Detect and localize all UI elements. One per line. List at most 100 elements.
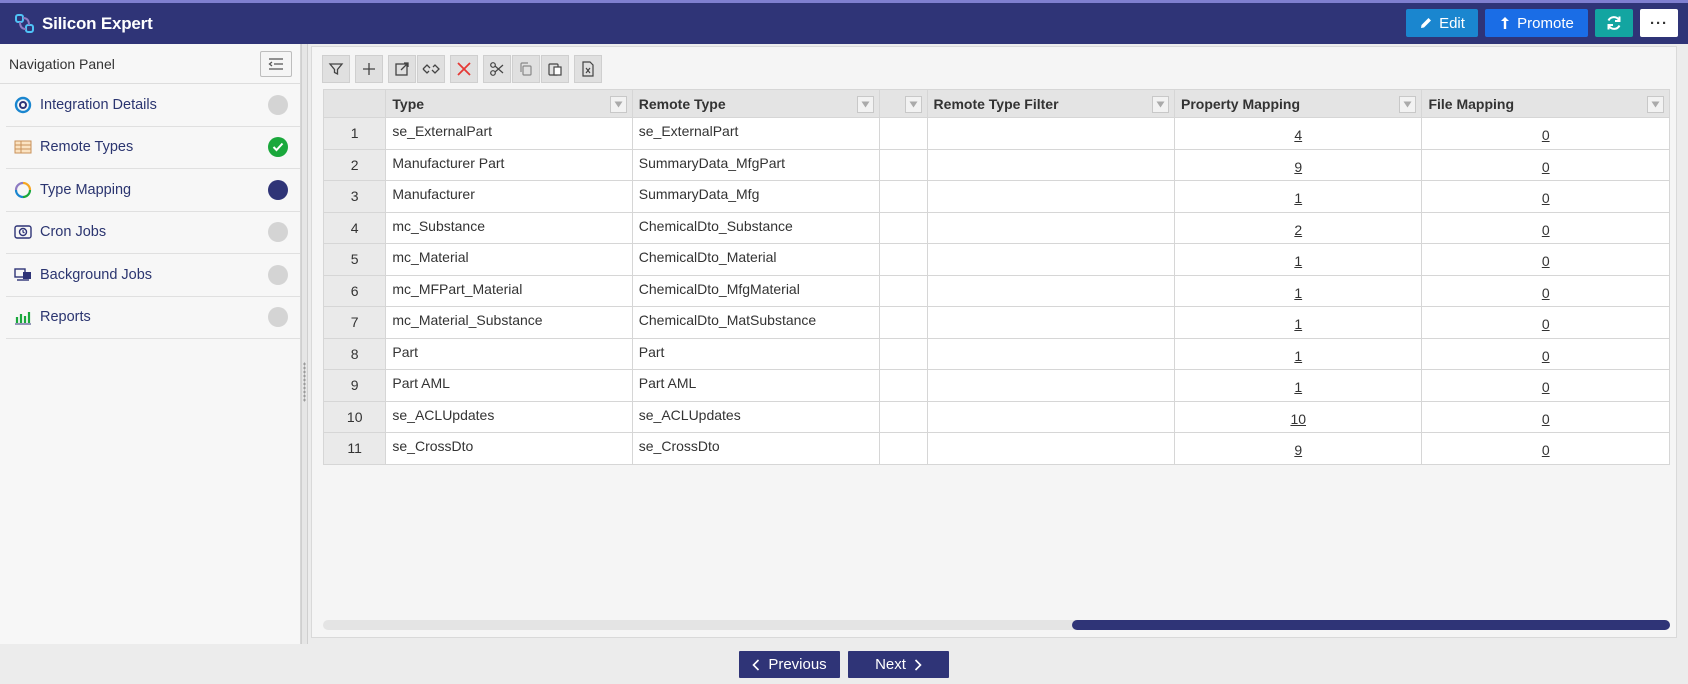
column-filter-icon[interactable]	[1647, 96, 1664, 113]
type-cell[interactable]: se_ExternalPart	[385, 117, 633, 150]
export-excel-button[interactable]	[574, 55, 602, 83]
remote-type-cell[interactable]: se_CrossDto	[631, 432, 881, 465]
panel-splitter[interactable]	[301, 44, 308, 644]
type-cell[interactable]: mc_Material_Substance	[385, 306, 633, 339]
type-cell[interactable]: Part AML	[385, 369, 633, 402]
next-button[interactable]: Next	[848, 651, 949, 678]
column-header-file-mapping[interactable]: File Mapping	[1421, 89, 1670, 118]
file-mapping-link[interactable]: 0	[1542, 348, 1550, 364]
column-header-blank[interactable]	[879, 89, 928, 118]
filter-button[interactable]	[322, 55, 350, 83]
blank-cell[interactable]	[879, 117, 928, 150]
table-row[interactable]: 10 se_ACLUpdates se_ACLUpdates 10 0	[322, 400, 1670, 433]
blank-cell[interactable]	[879, 211, 928, 244]
column-header-property-mapping[interactable]: Property Mapping	[1173, 89, 1423, 118]
column-filter-icon[interactable]	[1399, 96, 1417, 113]
remote-type-filter-cell[interactable]	[926, 274, 1176, 307]
type-cell[interactable]: se_CrossDto	[385, 432, 633, 465]
previous-button[interactable]: Previous	[739, 651, 840, 678]
file-mapping-link[interactable]: 0	[1542, 411, 1550, 427]
column-header-remote-type-filter[interactable]: Remote Type Filter	[926, 89, 1176, 118]
column-filter-icon[interactable]	[609, 96, 627, 113]
blank-cell[interactable]	[879, 148, 928, 181]
property-mapping-link[interactable]: 10	[1290, 411, 1306, 427]
table-row[interactable]: 8 Part Part 1 0	[322, 337, 1670, 370]
property-mapping-link[interactable]: 1	[1294, 285, 1302, 301]
link-unlink-button[interactable]	[417, 55, 445, 83]
remote-type-cell[interactable]: Part AML	[631, 369, 881, 402]
edit-button[interactable]: Edit	[1406, 9, 1478, 37]
remote-type-filter-cell[interactable]	[926, 180, 1176, 213]
property-mapping-link[interactable]: 1	[1294, 253, 1302, 269]
property-mapping-link[interactable]: 1	[1294, 316, 1302, 332]
property-mapping-link[interactable]: 2	[1294, 222, 1302, 238]
remote-type-filter-cell[interactable]	[926, 306, 1176, 339]
nav-item-integration-details[interactable]: Integration Details	[6, 84, 300, 127]
table-row[interactable]: 6 mc_MFPart_Material ChemicalDto_MfgMate…	[322, 274, 1670, 307]
table-row[interactable]: 3 Manufacturer SummaryData_Mfg 1 0	[322, 180, 1670, 213]
file-mapping-link[interactable]: 0	[1542, 190, 1550, 206]
promote-button[interactable]: Promote	[1485, 9, 1588, 37]
property-mapping-link[interactable]: 1	[1294, 348, 1302, 364]
add-row-button[interactable]	[355, 55, 383, 83]
file-mapping-link[interactable]: 0	[1542, 285, 1550, 301]
remote-type-filter-cell[interactable]	[926, 369, 1176, 402]
remote-type-cell[interactable]: ChemicalDto_MfgMaterial	[631, 274, 881, 307]
scrollbar-thumb[interactable]	[1072, 620, 1670, 630]
nav-item-reports[interactable]: Reports	[6, 297, 300, 339]
column-filter-icon[interactable]	[857, 96, 875, 113]
type-cell[interactable]: Manufacturer Part	[385, 148, 633, 181]
remote-type-filter-cell[interactable]	[926, 117, 1176, 150]
blank-cell[interactable]	[879, 369, 928, 402]
column-filter-icon[interactable]	[1152, 96, 1169, 113]
remote-type-cell[interactable]: se_ACLUpdates	[631, 400, 881, 433]
column-header-type[interactable]: Type	[385, 89, 633, 118]
property-mapping-link[interactable]: 1	[1294, 379, 1302, 395]
file-mapping-link[interactable]: 0	[1542, 442, 1550, 458]
file-mapping-link[interactable]: 0	[1542, 159, 1550, 175]
table-row[interactable]: 11 se_CrossDto se_CrossDto 9 0	[322, 432, 1670, 465]
nav-item-background-jobs[interactable]: Background Jobs	[6, 254, 300, 297]
remote-type-cell[interactable]: SummaryData_MfgPart	[631, 148, 881, 181]
table-row[interactable]: 1 se_ExternalPart se_ExternalPart 4 0	[322, 117, 1670, 150]
remote-type-filter-cell[interactable]	[926, 211, 1176, 244]
property-mapping-link[interactable]: 1	[1294, 190, 1302, 206]
blank-cell[interactable]	[879, 274, 928, 307]
copy-button[interactable]	[512, 55, 540, 83]
remote-type-filter-cell[interactable]	[926, 337, 1176, 370]
nav-item-remote-types[interactable]: Remote Types	[6, 127, 300, 169]
file-mapping-link[interactable]: 0	[1542, 253, 1550, 269]
type-cell[interactable]: Manufacturer	[385, 180, 633, 213]
refresh-button[interactable]	[1595, 9, 1633, 37]
nav-item-cron-jobs[interactable]: Cron Jobs	[6, 212, 300, 254]
nav-item-type-mapping[interactable]: Type Mapping	[6, 169, 300, 212]
remote-type-cell[interactable]: SummaryData_Mfg	[631, 180, 881, 213]
blank-cell[interactable]	[879, 432, 928, 465]
table-row[interactable]: 5 mc_Material ChemicalDto_Material 1 0	[322, 243, 1670, 276]
file-mapping-link[interactable]: 0	[1542, 127, 1550, 143]
delete-button[interactable]	[450, 55, 478, 83]
type-cell[interactable]: mc_MFPart_Material	[385, 274, 633, 307]
column-filter-icon[interactable]	[904, 96, 922, 113]
collapse-nav-button[interactable]	[260, 50, 292, 77]
remote-type-filter-cell[interactable]	[926, 148, 1176, 181]
open-external-button[interactable]	[388, 55, 416, 83]
blank-cell[interactable]	[879, 306, 928, 339]
remote-type-cell[interactable]: se_ExternalPart	[631, 117, 881, 150]
remote-type-cell[interactable]: Part	[631, 337, 881, 370]
blank-cell[interactable]	[879, 243, 928, 276]
blank-cell[interactable]	[879, 400, 928, 433]
table-row[interactable]: 2 Manufacturer Part SummaryData_MfgPart …	[322, 148, 1670, 181]
table-row[interactable]: 7 mc_Material_Substance ChemicalDto_MatS…	[322, 306, 1670, 339]
remote-type-cell[interactable]: ChemicalDto_Material	[631, 243, 881, 276]
table-row[interactable]: 4 mc_Substance ChemicalDto_Substance 2 0	[322, 211, 1670, 244]
file-mapping-link[interactable]: 0	[1542, 222, 1550, 238]
file-mapping-link[interactable]: 0	[1542, 316, 1550, 332]
type-cell[interactable]: Part	[385, 337, 633, 370]
column-header-remote-type[interactable]: Remote Type	[631, 89, 881, 118]
remote-type-cell[interactable]: ChemicalDto_MatSubstance	[631, 306, 881, 339]
property-mapping-link[interactable]: 9	[1294, 442, 1302, 458]
blank-cell[interactable]	[879, 180, 928, 213]
remote-type-filter-cell[interactable]	[926, 400, 1176, 433]
type-cell[interactable]: se_ACLUpdates	[385, 400, 633, 433]
